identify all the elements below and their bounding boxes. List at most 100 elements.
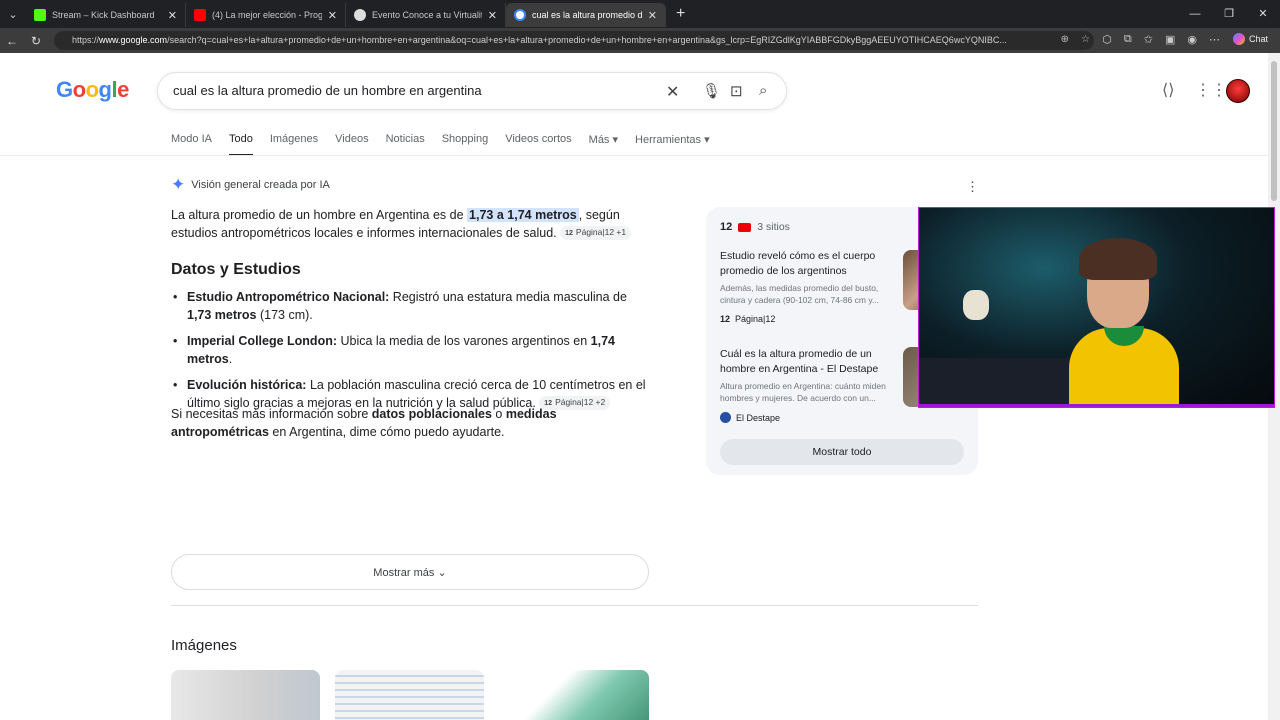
back-icon[interactable]: ←	[0, 34, 24, 48]
tab-todo[interactable]: Todo	[228, 133, 253, 156]
microphone-icon[interactable]: 🎙	[702, 82, 721, 100]
tab-evento[interactable]: Evento Conoce a tu Virtualito ✕	[346, 3, 506, 27]
search-input[interactable]: cual es la altura promedio de un hombre …	[173, 83, 482, 98]
youtube-icon	[738, 222, 752, 232]
url-host: www.google.com	[99, 35, 168, 45]
intro-highlight: 1,73 a 1,74 metros	[467, 208, 579, 222]
clear-icon[interactable]: ✕	[666, 82, 679, 102]
share-icon[interactable]: ⟨⟩	[1162, 80, 1174, 100]
webcam-desk	[919, 358, 1069, 407]
logo-letter: g	[98, 77, 112, 102]
ai-outro: Si necesitas más información sobre datos…	[171, 406, 651, 441]
sources-count[interactable]: 3 sitios	[757, 221, 790, 233]
image-result[interactable]	[500, 670, 649, 720]
copilot-icon	[1232, 33, 1245, 45]
more-menu-icon[interactable]: ⋯	[1209, 33, 1220, 46]
close-tab-icon[interactable]: ✕	[168, 9, 177, 22]
scrollbar-thumb[interactable]	[1271, 61, 1277, 201]
tab-videos[interactable]: Videos	[335, 133, 368, 156]
window-controls: — ❐ ✕	[1178, 0, 1280, 28]
tab-google-search[interactable]: cual es la altura promedio de un h ✕	[506, 3, 666, 27]
webcam-mask	[963, 290, 989, 320]
url-path: /search?q=cual+es+la+altura+promedio+de+…	[167, 35, 1007, 45]
avatar[interactable]	[1226, 79, 1250, 103]
ai-overview-header: ✦ Visión general creada por IA	[171, 175, 330, 194]
split-screen-icon[interactable]: ⧉	[1124, 33, 1132, 46]
item-label: Estudio Antropométrico Nacional:	[187, 290, 390, 304]
facts-list: Estudio Antropométrico Nacional: Registr…	[173, 289, 647, 421]
search-box[interactable]: cual es la altura promedio de un hombre …	[157, 72, 787, 110]
source-title[interactable]: Cuál es la altura promedio de un hombre …	[720, 347, 898, 376]
item-label: Imperial College London:	[187, 334, 338, 348]
profile-icon[interactable]: ◉	[1187, 33, 1197, 46]
outro-text-end: en Argentina, dime cómo puedo ayudarte.	[268, 424, 505, 439]
pagina12-icon: 12	[565, 230, 573, 238]
restore-icon[interactable]: ❐	[1212, 0, 1246, 28]
close-tab-icon[interactable]: ✕	[648, 9, 657, 22]
tab-noticias[interactable]: Noticias	[386, 133, 425, 156]
chevron-down-icon: ⌄	[437, 567, 447, 579]
toolbar-icons: ⬡ ⧉ ✩ ▣ ◉ ⋯	[1102, 33, 1220, 46]
tab-videos-cortos[interactable]: Videos cortos	[505, 133, 571, 156]
webcam-hair	[1079, 238, 1157, 280]
webcam-led-strip	[919, 404, 1274, 407]
source-item[interactable]: Estudio reveló cómo es el cuerpo promedi…	[720, 249, 898, 324]
source-site: 12 Página|12	[720, 314, 898, 324]
source-title[interactable]: Estudio reveló cómo es el cuerpo promedi…	[720, 249, 898, 278]
citation-chip[interactable]: 12 Página|12 +1	[560, 226, 632, 241]
image-result[interactable]	[335, 670, 484, 720]
extensions-icon[interactable]: ⬡	[1102, 33, 1112, 46]
tab-kick[interactable]: Stream – Kick Dashboard ✕	[26, 3, 186, 27]
close-tab-icon[interactable]: ✕	[328, 9, 337, 22]
tab-modo-ia[interactable]: Modo IA	[171, 133, 212, 156]
section-heading: Datos y Estudios	[171, 261, 301, 278]
pagina12-icon: 12	[720, 314, 731, 324]
close-window-icon[interactable]: ✕	[1246, 0, 1280, 28]
zoom-icon[interactable]: ⊕	[1061, 34, 1069, 45]
tab-youtube[interactable]: (4) La mejor elección - Programa 2 ✕	[186, 3, 346, 27]
eldestape-icon	[720, 412, 731, 423]
sparkle-icon: ✦	[171, 175, 186, 194]
ai-more-icon[interactable]: ⋮	[966, 179, 979, 195]
image-result[interactable]	[171, 670, 320, 720]
url-field[interactable]: https://www.google.com/search?q=cual+es+…	[54, 31, 1094, 50]
tab-shopping[interactable]: Shopping	[442, 133, 489, 156]
outro-text: Si necesitas más información sobre	[171, 407, 372, 421]
url-actions: ⊕ ☆	[1061, 34, 1090, 45]
sources-header: 12 3 sitios	[720, 221, 790, 233]
outro-bold: datos poblacionales	[371, 407, 492, 421]
tab-mas[interactable]: Más ▾	[589, 133, 618, 156]
openai-icon	[354, 9, 366, 21]
favorites-icon[interactable]: ✩	[1144, 33, 1153, 46]
source-item[interactable]: Cuál es la altura promedio de un hombre …	[720, 347, 898, 423]
google-icon	[514, 9, 526, 21]
apps-grid-icon[interactable]: ⋮⋮	[1195, 80, 1227, 100]
tab-imagenes[interactable]: Imágenes	[270, 133, 318, 156]
tab-search-icon[interactable]: ⌄	[0, 0, 26, 28]
show-more-button[interactable]: Mostrar más ⌄	[171, 554, 649, 590]
list-item: Imperial College London: Ubica la media …	[173, 333, 647, 368]
reload-icon[interactable]: ↻	[24, 34, 48, 48]
webcam-overlay	[918, 207, 1275, 408]
item-bold: 1,73 metros	[187, 307, 257, 322]
tab-title: Stream – Kick Dashboard	[52, 10, 155, 20]
close-tab-icon[interactable]: ✕	[488, 9, 497, 22]
google-logo[interactable]: Google	[56, 77, 129, 103]
tab-herramientas[interactable]: Herramientas ▾	[635, 133, 710, 156]
copilot-chat-button[interactable]: Chat	[1232, 33, 1268, 45]
search-icon[interactable]: ⌕	[759, 82, 767, 99]
new-tab-icon[interactable]: +	[676, 5, 685, 23]
address-bar-row: ← ↻ https://www.google.com/search?q=cual…	[0, 28, 1280, 53]
source-site: El Destape	[720, 412, 898, 423]
tab-title: cual es la altura promedio de un h	[532, 10, 642, 20]
ai-intro: La altura promedio de un hombre en Argen…	[171, 207, 651, 242]
lens-icon[interactable]: ⊡	[730, 82, 743, 100]
show-all-button[interactable]: Mostrar todo	[720, 439, 964, 465]
star-icon[interactable]: ☆	[1081, 34, 1090, 45]
source-desc: Altura promedio en Argentina: cuánto mid…	[720, 381, 886, 403]
minimize-icon[interactable]: —	[1178, 0, 1212, 28]
source-desc: Además, las medidas promedio del busto, …	[720, 283, 880, 305]
images-heading: Imágenes	[171, 637, 237, 654]
kick-icon	[34, 9, 46, 21]
collections-icon[interactable]: ▣	[1165, 33, 1175, 46]
